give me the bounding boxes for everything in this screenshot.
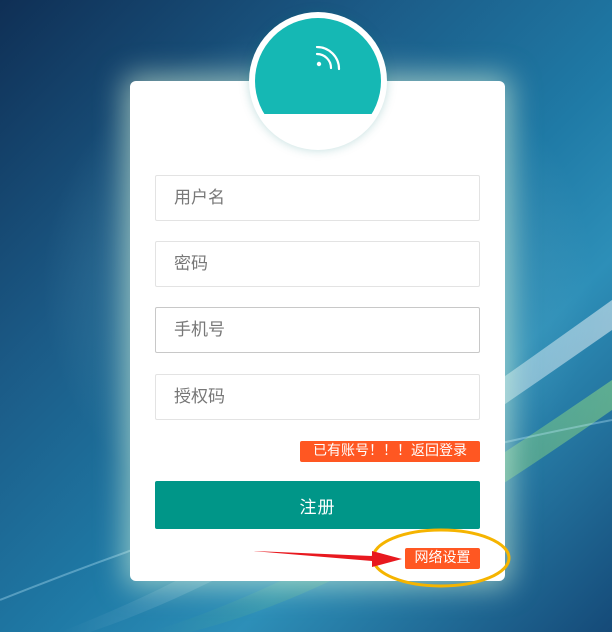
register-button[interactable]: 注册 xyxy=(155,481,480,529)
avatar-ring xyxy=(249,12,387,150)
avatar xyxy=(255,18,381,144)
network-settings-link[interactable]: 网络设置 xyxy=(405,548,480,569)
signal-icon xyxy=(315,46,341,71)
username-input[interactable] xyxy=(155,175,480,221)
phone-input[interactable] xyxy=(155,307,480,353)
back-to-login-link[interactable]: 已有账号！！！返回登录 xyxy=(300,441,480,462)
password-input[interactable] xyxy=(155,241,480,287)
authcode-input[interactable] xyxy=(155,374,480,420)
